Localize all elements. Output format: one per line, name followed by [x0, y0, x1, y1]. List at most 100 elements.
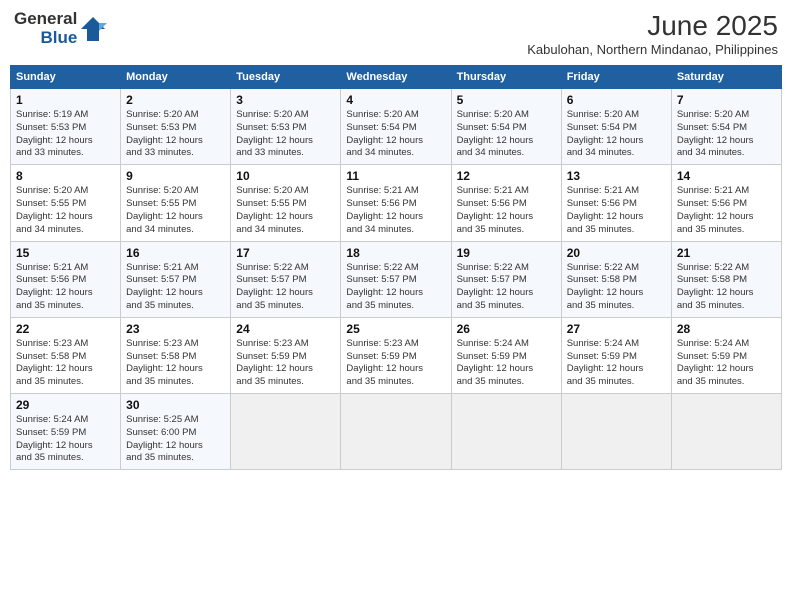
- calendar-day-cell: 11 Sunrise: 5:21 AMSunset: 5:56 PMDayligh…: [341, 165, 451, 241]
- calendar-week-row: 15 Sunrise: 5:21 AMSunset: 5:56 PMDayligh…: [11, 241, 782, 317]
- calendar-day-cell: 17 Sunrise: 5:22 AMSunset: 5:57 PMDayligh…: [231, 241, 341, 317]
- day-info: Sunrise: 5:20 AMSunset: 5:54 PMDaylight:…: [677, 109, 776, 160]
- day-number: 23: [126, 322, 225, 336]
- calendar-day-cell: 4 Sunrise: 5:20 AMSunset: 5:54 PMDaylight…: [341, 89, 451, 165]
- day-number: 22: [16, 322, 115, 336]
- calendar-day-cell: 22 Sunrise: 5:23 AMSunset: 5:58 PMDayligh…: [11, 317, 121, 393]
- day-info: Sunrise: 5:21 AMSunset: 5:56 PMDaylight:…: [457, 185, 556, 236]
- calendar-day-cell: 1 Sunrise: 5:19 AMSunset: 5:53 PMDaylight…: [11, 89, 121, 165]
- day-number: 17: [236, 246, 335, 260]
- day-number: 7: [677, 93, 776, 107]
- day-number: 8: [16, 169, 115, 183]
- calendar-day-cell: 15 Sunrise: 5:21 AMSunset: 5:56 PMDayligh…: [11, 241, 121, 317]
- calendar-week-row: 29Sunrise: 5:24 AMSunset: 5:59 PMDayligh…: [11, 394, 782, 470]
- calendar-day-cell: 10Sunrise: 5:20 AMSunset: 5:55 PMDayligh…: [231, 165, 341, 241]
- calendar-day-cell: 20 Sunrise: 5:22 AMSunset: 5:58 PMDayligh…: [561, 241, 671, 317]
- day-info: Sunrise: 5:20 AMSunset: 5:54 PMDaylight:…: [457, 109, 556, 160]
- logo-text-line2: Blue: [40, 29, 77, 48]
- calendar-day-cell: 9 Sunrise: 5:20 AMSunset: 5:55 PMDaylight…: [121, 165, 231, 241]
- day-number: 28: [677, 322, 776, 336]
- day-info: Sunrise: 5:20 AMSunset: 5:54 PMDaylight:…: [346, 109, 445, 160]
- day-info: Sunrise: 5:24 AMSunset: 5:59 PMDaylight:…: [677, 338, 776, 389]
- day-info: Sunrise: 5:25 AMSunset: 6:00 PMDaylight:…: [126, 414, 225, 465]
- calendar-day-cell: 13Sunrise: 5:21 AMSunset: 5:56 PMDayligh…: [561, 165, 671, 241]
- day-number: 1: [16, 93, 115, 107]
- day-info: Sunrise: 5:21 AMSunset: 5:56 PMDaylight:…: [677, 185, 776, 236]
- day-info: Sunrise: 5:20 AMSunset: 5:53 PMDaylight:…: [236, 109, 335, 160]
- calendar-day-cell: 5 Sunrise: 5:20 AMSunset: 5:54 PMDaylight…: [451, 89, 561, 165]
- calendar-day-cell: 18Sunrise: 5:22 AMSunset: 5:57 PMDayligh…: [341, 241, 451, 317]
- day-number: 21: [677, 246, 776, 260]
- day-info: Sunrise: 5:21 AMSunset: 5:56 PMDaylight:…: [346, 185, 445, 236]
- day-info: Sunrise: 5:19 AMSunset: 5:53 PMDaylight:…: [16, 109, 115, 160]
- day-info: Sunrise: 5:23 AMSunset: 5:59 PMDaylight:…: [346, 338, 445, 389]
- day-number: 19: [457, 246, 556, 260]
- day-info: Sunrise: 5:21 AMSunset: 5:56 PMDaylight:…: [16, 262, 115, 313]
- day-info: Sunrise: 5:20 AMSunset: 5:55 PMDaylight:…: [236, 185, 335, 236]
- calendar-day-cell: [561, 394, 671, 470]
- calendar-table: SundayMondayTuesdayWednesdayThursdayFrid…: [10, 65, 782, 470]
- day-number: 27: [567, 322, 666, 336]
- logo: General Blue: [14, 10, 107, 47]
- day-info: Sunrise: 5:20 AMSunset: 5:54 PMDaylight:…: [567, 109, 666, 160]
- calendar-day-cell: [451, 394, 561, 470]
- day-info: Sunrise: 5:22 AMSunset: 5:58 PMDaylight:…: [567, 262, 666, 313]
- calendar-day-cell: [231, 394, 341, 470]
- day-info: Sunrise: 5:21 AMSunset: 5:57 PMDaylight:…: [126, 262, 225, 313]
- logo-icon: [79, 15, 107, 43]
- weekday-header-tuesday: Tuesday: [231, 66, 341, 89]
- day-info: Sunrise: 5:23 AMSunset: 5:58 PMDaylight:…: [16, 338, 115, 389]
- day-info: Sunrise: 5:24 AMSunset: 5:59 PMDaylight:…: [567, 338, 666, 389]
- location-subtitle: Kabulohan, Northern Mindanao, Philippine…: [527, 42, 778, 57]
- day-number: 5: [457, 93, 556, 107]
- calendar-day-cell: 16 Sunrise: 5:21 AMSunset: 5:57 PMDayligh…: [121, 241, 231, 317]
- day-number: 2: [126, 93, 225, 107]
- day-info: Sunrise: 5:22 AMSunset: 5:58 PMDaylight:…: [677, 262, 776, 313]
- weekday-header-monday: Monday: [121, 66, 231, 89]
- calendar-week-row: 22 Sunrise: 5:23 AMSunset: 5:58 PMDayligh…: [11, 317, 782, 393]
- day-number: 3: [236, 93, 335, 107]
- day-number: 9: [126, 169, 225, 183]
- day-info: Sunrise: 5:20 AMSunset: 5:55 PMDaylight:…: [126, 185, 225, 236]
- calendar-day-cell: 29Sunrise: 5:24 AMSunset: 5:59 PMDayligh…: [11, 394, 121, 470]
- day-info: Sunrise: 5:22 AMSunset: 5:57 PMDaylight:…: [457, 262, 556, 313]
- day-number: 16: [126, 246, 225, 260]
- calendar-day-cell: 26Sunrise: 5:24 AMSunset: 5:59 PMDayligh…: [451, 317, 561, 393]
- title-section: June 2025 Kabulohan, Northern Mindanao, …: [527, 10, 778, 57]
- calendar-day-cell: 25Sunrise: 5:23 AMSunset: 5:59 PMDayligh…: [341, 317, 451, 393]
- day-info: Sunrise: 5:24 AMSunset: 5:59 PMDaylight:…: [457, 338, 556, 389]
- weekday-header-saturday: Saturday: [671, 66, 781, 89]
- calendar-day-cell: 24Sunrise: 5:23 AMSunset: 5:59 PMDayligh…: [231, 317, 341, 393]
- day-number: 12: [457, 169, 556, 183]
- calendar-day-cell: 7 Sunrise: 5:20 AMSunset: 5:54 PMDaylight…: [671, 89, 781, 165]
- day-number: 4: [346, 93, 445, 107]
- day-number: 14: [677, 169, 776, 183]
- calendar-week-row: 8 Sunrise: 5:20 AMSunset: 5:55 PMDaylight…: [11, 165, 782, 241]
- calendar-day-cell: 19 Sunrise: 5:22 AMSunset: 5:57 PMDayligh…: [451, 241, 561, 317]
- day-info: Sunrise: 5:23 AMSunset: 5:59 PMDaylight:…: [236, 338, 335, 389]
- day-info: Sunrise: 5:20 AMSunset: 5:53 PMDaylight:…: [126, 109, 225, 160]
- weekday-header-thursday: Thursday: [451, 66, 561, 89]
- calendar-day-cell: [341, 394, 451, 470]
- day-info: Sunrise: 5:20 AMSunset: 5:55 PMDaylight:…: [16, 185, 115, 236]
- day-info: Sunrise: 5:22 AMSunset: 5:57 PMDaylight:…: [346, 262, 445, 313]
- day-info: Sunrise: 5:24 AMSunset: 5:59 PMDaylight:…: [16, 414, 115, 465]
- calendar-day-cell: 28 Sunrise: 5:24 AMSunset: 5:59 PMDayligh…: [671, 317, 781, 393]
- calendar-day-cell: 27 Sunrise: 5:24 AMSunset: 5:59 PMDayligh…: [561, 317, 671, 393]
- day-number: 15: [16, 246, 115, 260]
- calendar-day-cell: 6 Sunrise: 5:20 AMSunset: 5:54 PMDaylight…: [561, 89, 671, 165]
- calendar-day-cell: 8 Sunrise: 5:20 AMSunset: 5:55 PMDaylight…: [11, 165, 121, 241]
- day-info: Sunrise: 5:22 AMSunset: 5:57 PMDaylight:…: [236, 262, 335, 313]
- weekday-header-row: SundayMondayTuesdayWednesdayThursdayFrid…: [11, 66, 782, 89]
- weekday-header-friday: Friday: [561, 66, 671, 89]
- day-number: 6: [567, 93, 666, 107]
- day-number: 20: [567, 246, 666, 260]
- day-number: 30: [126, 398, 225, 412]
- month-title: June 2025: [527, 10, 778, 42]
- day-number: 13: [567, 169, 666, 183]
- day-number: 11: [346, 169, 445, 183]
- calendar-day-cell: 14 Sunrise: 5:21 AMSunset: 5:56 PMDayligh…: [671, 165, 781, 241]
- calendar-day-cell: 30 Sunrise: 5:25 AMSunset: 6:00 PMDayligh…: [121, 394, 231, 470]
- calendar-day-cell: 3 Sunrise: 5:20 AMSunset: 5:53 PMDaylight…: [231, 89, 341, 165]
- calendar-day-cell: 23Sunrise: 5:23 AMSunset: 5:58 PMDayligh…: [121, 317, 231, 393]
